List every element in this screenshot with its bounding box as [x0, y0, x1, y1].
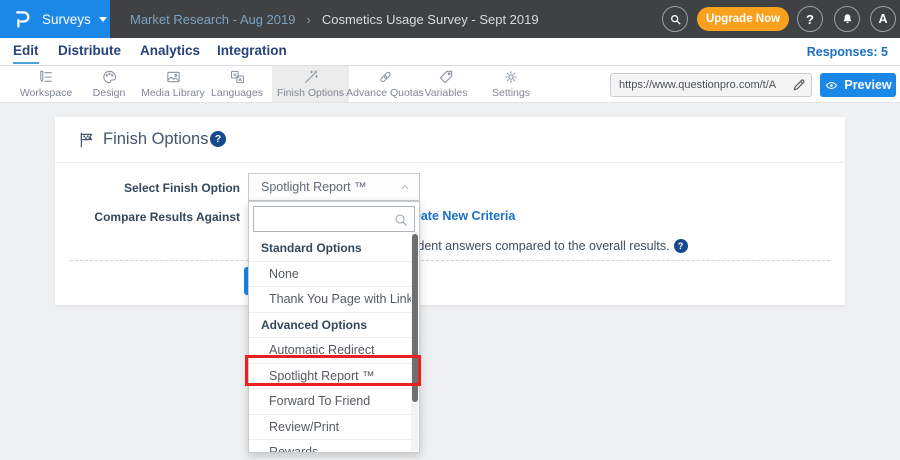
- dropdown-option-spotlight-report[interactable]: Spotlight Report ™: [249, 364, 419, 390]
- description-help-icon[interactable]: ?: [674, 239, 688, 253]
- image-icon: [165, 69, 182, 85]
- edit-url-button[interactable]: [792, 78, 806, 92]
- survey-tab-bar: Edit Distribute Analytics Integration Re…: [0, 38, 900, 66]
- toolbar-item-variables[interactable]: Variables: [416, 66, 476, 102]
- search-icon: [669, 13, 682, 26]
- chevron-down-icon: [99, 17, 107, 22]
- dashed-divider: [70, 260, 830, 261]
- toolbar-item-label: Variables: [425, 87, 468, 99]
- preview-button-label: Preview: [844, 78, 891, 92]
- tab-distribute[interactable]: Distribute: [58, 38, 121, 64]
- questionpro-logo-icon: [12, 6, 33, 32]
- toolbar-item-finish-options[interactable]: Finish Options: [272, 66, 349, 102]
- edit-toolbar: Workspace Design Media Library Languages: [0, 66, 900, 103]
- chevron-up-icon: [398, 181, 412, 193]
- dropdown-search-input[interactable]: [254, 207, 388, 231]
- magic-wand-icon: [303, 69, 319, 85]
- dropdown-option-forward-to-friend[interactable]: Forward To Friend: [249, 389, 419, 415]
- toolbar-item-settings[interactable]: Settings: [483, 66, 539, 102]
- translate-icon: [229, 69, 246, 85]
- card-header: Finish Options ?: [55, 117, 845, 162]
- toolbar-item-label: Workspace: [20, 87, 72, 99]
- avatar[interactable]: A: [870, 6, 896, 32]
- dropdown-option-thank-you-page[interactable]: Thank You Page with Link: [249, 287, 419, 313]
- magnifier-icon: [393, 212, 409, 228]
- gear-icon: [503, 69, 519, 85]
- toolbar-item-label: Advance Quotas: [346, 87, 424, 99]
- tab-integration[interactable]: Integration: [217, 38, 287, 64]
- palette-icon: [101, 69, 118, 85]
- dropdown-search-box: [253, 206, 415, 232]
- notifications-button[interactable]: [834, 6, 860, 32]
- search-button[interactable]: [662, 6, 688, 32]
- surveys-menu[interactable]: Surveys: [0, 0, 110, 38]
- breadcrumb-separator: ›: [306, 12, 310, 27]
- toolbar-item-workspace[interactable]: Workspace: [13, 66, 79, 102]
- survey-url-field: [610, 73, 812, 97]
- breadcrumb-parent[interactable]: Market Research - Aug 2019: [130, 12, 295, 27]
- dropdown-option-automatic-redirect[interactable]: Automatic Redirect: [249, 338, 419, 364]
- question-mark-icon: ?: [806, 12, 814, 27]
- dropdown-group-header: Advanced Options: [249, 313, 419, 339]
- dropdown-scrollbar-thumb[interactable]: [412, 234, 418, 402]
- responses-count[interactable]: Responses: 5: [807, 38, 888, 66]
- toolbar-item-label: Design: [93, 87, 126, 99]
- help-button[interactable]: ?: [797, 6, 823, 32]
- select-finish-option-label: Select Finish Option: [55, 181, 240, 195]
- tab-edit[interactable]: Edit: [13, 38, 39, 64]
- dropdown-group-header: Standard Options: [249, 236, 419, 262]
- finish-option-select[interactable]: Spotlight Report ™: [248, 173, 420, 201]
- toolbar-item-design[interactable]: Design: [84, 66, 134, 102]
- breadcrumb-current: Cosmetics Usage Survey - Sept 2019: [322, 12, 539, 27]
- dropdown-option-none[interactable]: None: [249, 262, 419, 288]
- dropdown-scrollbar-track[interactable]: [411, 232, 418, 451]
- preview-button[interactable]: Preview: [820, 73, 896, 97]
- top-navbar: Surveys Market Research - Aug 2019 › Cos…: [0, 0, 900, 38]
- app-root: Surveys Market Research - Aug 2019 › Cos…: [0, 0, 900, 460]
- finish-option-selected-value: Spotlight Report ™: [261, 174, 367, 200]
- page-title: Finish Options: [103, 117, 208, 162]
- dropdown-option-list: Standard Options None Thank You Page wit…: [249, 236, 419, 453]
- toolbar-item-media-library[interactable]: Media Library: [134, 66, 212, 102]
- tag-icon: [438, 69, 454, 85]
- breadcrumb: Market Research - Aug 2019 › Cosmetics U…: [130, 0, 539, 38]
- toolbar-item-label: Finish Options: [277, 87, 344, 99]
- avatar-initial: A: [878, 12, 887, 26]
- pencil-list-icon: [38, 69, 54, 85]
- bell-icon: [841, 12, 854, 26]
- header-divider: [55, 162, 845, 163]
- upgrade-now-button[interactable]: Upgrade Now: [697, 7, 789, 31]
- compare-results-label: Compare Results Against: [55, 210, 240, 224]
- heading-help-icon[interactable]: ?: [210, 131, 226, 147]
- finish-option-dropdown-panel: Standard Options None Thank You Page wit…: [248, 201, 420, 453]
- survey-url-input[interactable]: [611, 74, 787, 96]
- dropdown-option-rewards[interactable]: Rewards: [249, 440, 419, 453]
- chain-link-icon: [377, 69, 394, 85]
- toolbar-item-languages[interactable]: Languages: [205, 66, 269, 102]
- dropdown-option-review-print[interactable]: Review/Print: [249, 415, 419, 441]
- finish-options-card: Finish Options ? Select Finish Option Co…: [55, 117, 845, 305]
- toolbar-item-label: Media Library: [141, 87, 205, 99]
- eye-icon: [824, 79, 839, 92]
- toolbar-item-label: Settings: [492, 87, 530, 99]
- toolbar-item-label: Languages: [211, 87, 263, 99]
- surveys-menu-label: Surveys: [42, 12, 91, 27]
- finish-flag-icon: [78, 131, 96, 149]
- tab-analytics[interactable]: Analytics: [140, 38, 200, 64]
- pencil-icon: [792, 78, 806, 92]
